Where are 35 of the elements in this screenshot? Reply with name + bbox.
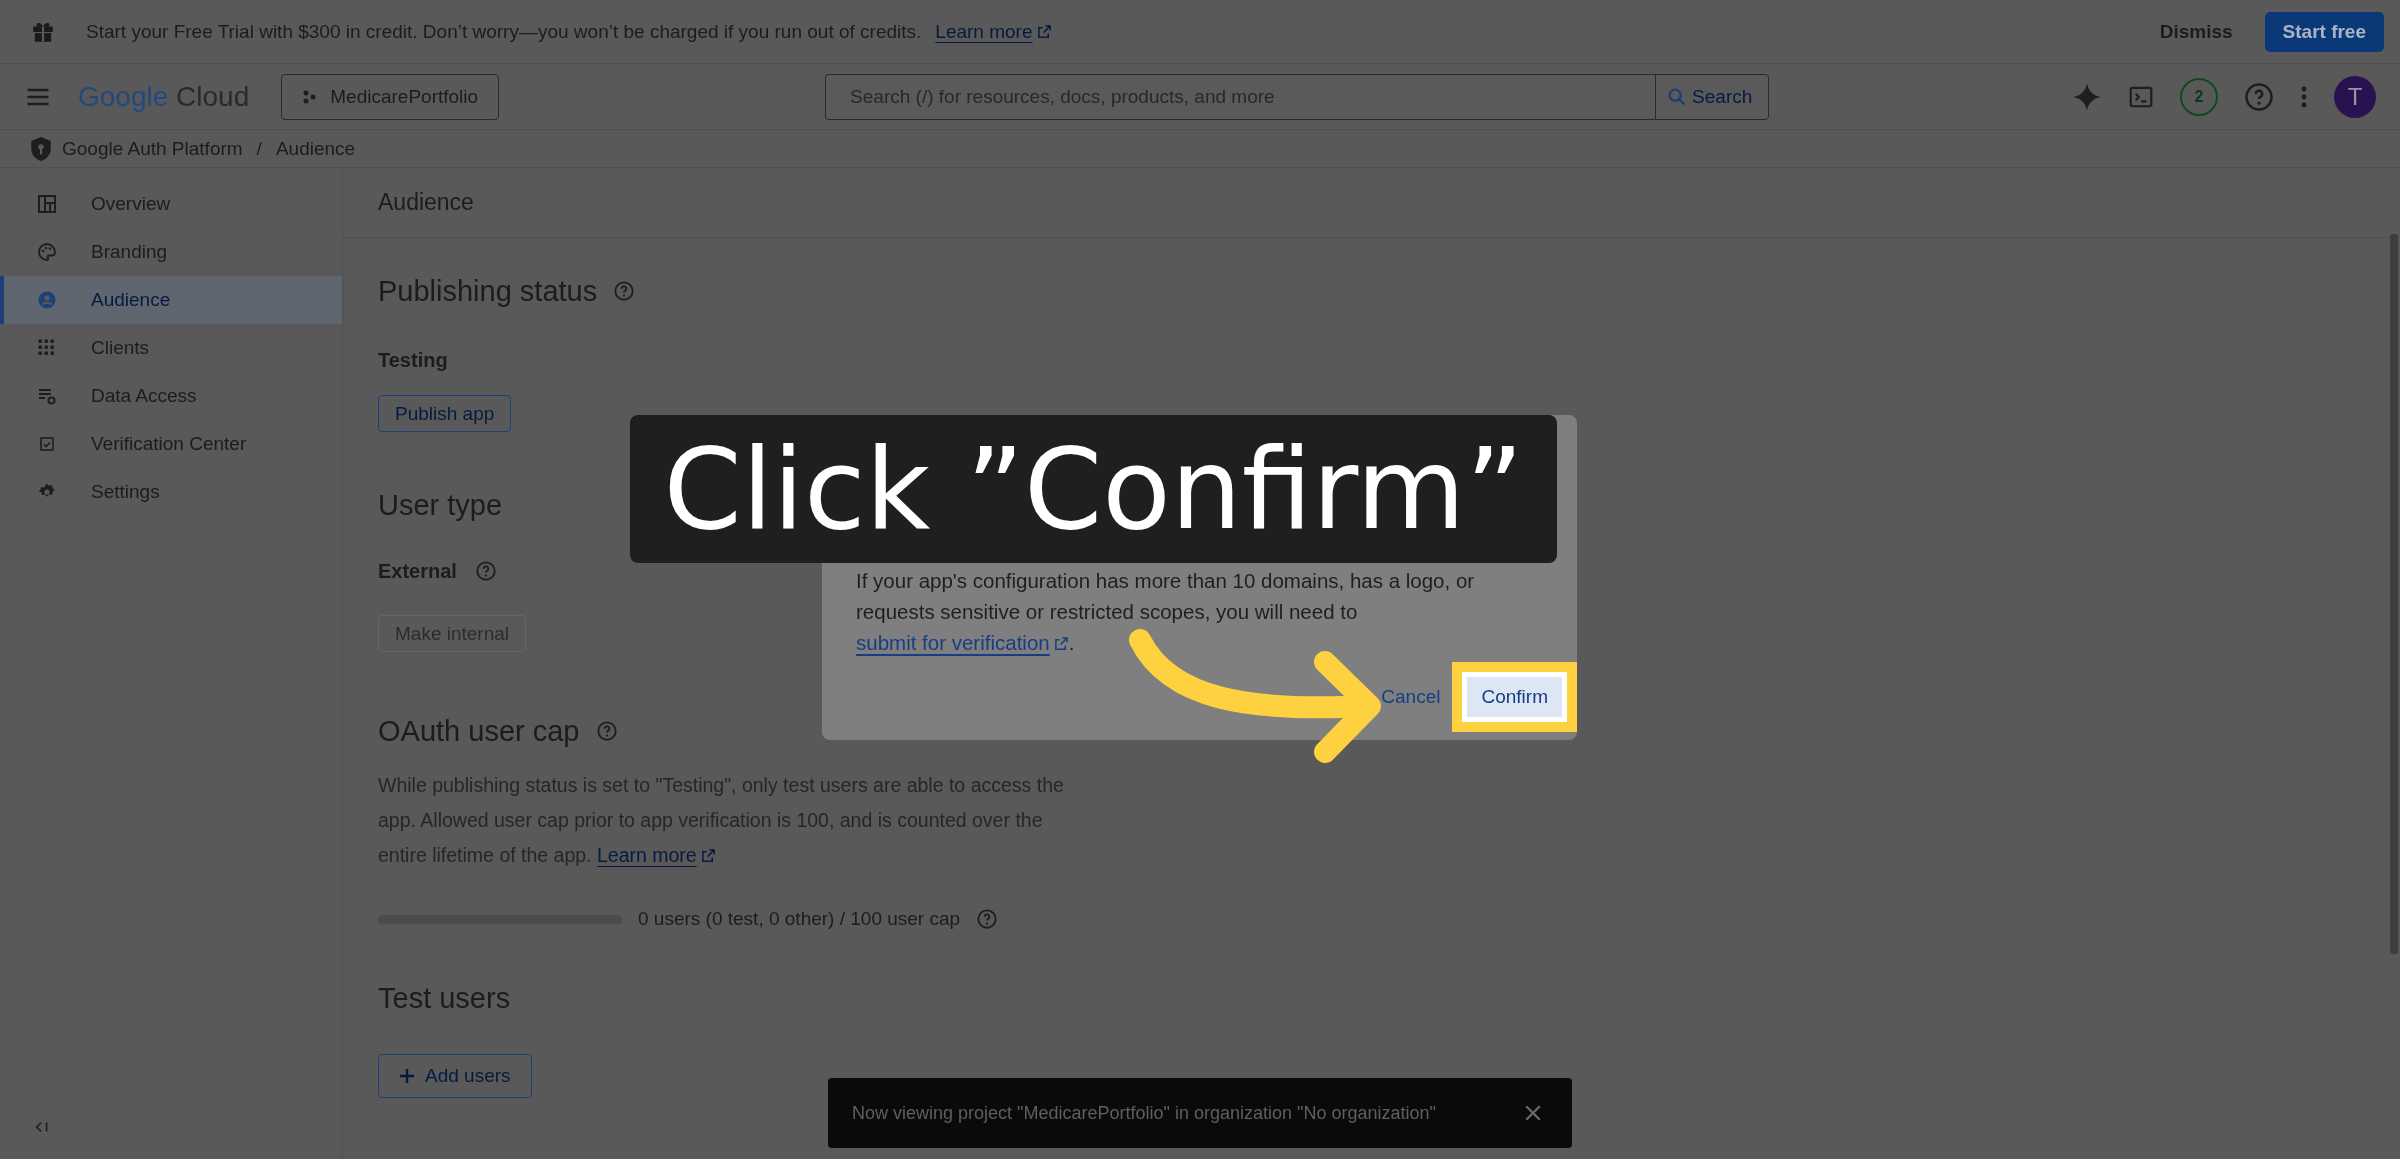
section-heading: OAuth user cap <box>378 714 580 748</box>
sidebar-item[interactable]: Clients <box>0 324 342 372</box>
project-picker[interactable]: MedicarePortfolio <box>281 73 500 120</box>
dialog-text: If your app's configuration has more than 10 domains, has a logo, or requests sensitive or restricted scopes, you will need to submit for verification . <box>856 568 1476 656</box>
dismiss-button[interactable]: Dismiss <box>2153 19 2239 44</box>
section-heading: Publishing status <box>378 274 598 308</box>
publish-app-button[interactable]: Publish app <box>378 395 512 432</box>
add-users-button[interactable]: Add users <box>378 1054 532 1098</box>
sidebar-item[interactable]: Verification Center <box>0 420 342 468</box>
user-type-label: External <box>378 559 457 583</box>
cancel-button[interactable]: Cancel <box>1373 676 1449 718</box>
avatar[interactable]: T <box>2334 75 2376 118</box>
confirm-button[interactable]: Confirm <box>1462 672 1567 722</box>
breadcrumb-link[interactable]: Google Auth Platform <box>62 137 243 160</box>
notification-count[interactable]: 2 <box>2180 77 2218 116</box>
toast-message: Now viewing project "MedicarePortfolio" in organization "No organization" <box>852 1102 1436 1124</box>
user-cap-reading: 0 users (0 test, 0 other) / 100 user cap <box>638 908 961 930</box>
learn-more-link[interactable]: Learn more <box>596 844 716 866</box>
status-label: Testing <box>378 348 448 372</box>
section-heading: User type <box>378 488 503 522</box>
search-button[interactable]: Search <box>1655 73 1770 120</box>
page-title: Audience <box>378 189 474 216</box>
sidebar-item[interactable]: Data Access <box>0 372 342 420</box>
sidebar-item[interactable]: Audience <box>0 276 342 324</box>
learn-more-link[interactable]: Learn more <box>935 20 1052 43</box>
sidebar-item[interactable]: Branding <box>0 228 342 276</box>
promo-text: Start your Free Trial with $300 in credit. Don’t worry—you won’t be charged if you run out of credits. <box>86 20 922 43</box>
sidebar-item[interactable]: Overview <box>0 180 342 228</box>
breadcrumb-separator: / <box>256 137 262 160</box>
section-heading: Test users <box>378 981 511 1015</box>
breadcrumb-link[interactable]: Audience <box>275 137 356 160</box>
sidebar-item[interactable]: Settings <box>0 468 342 516</box>
callout-banner: Click ”Confirm” <box>630 415 1557 563</box>
start-free-button[interactable]: Start free <box>2264 11 2384 52</box>
verification-link[interactable]: submit for verification <box>856 631 1069 654</box>
